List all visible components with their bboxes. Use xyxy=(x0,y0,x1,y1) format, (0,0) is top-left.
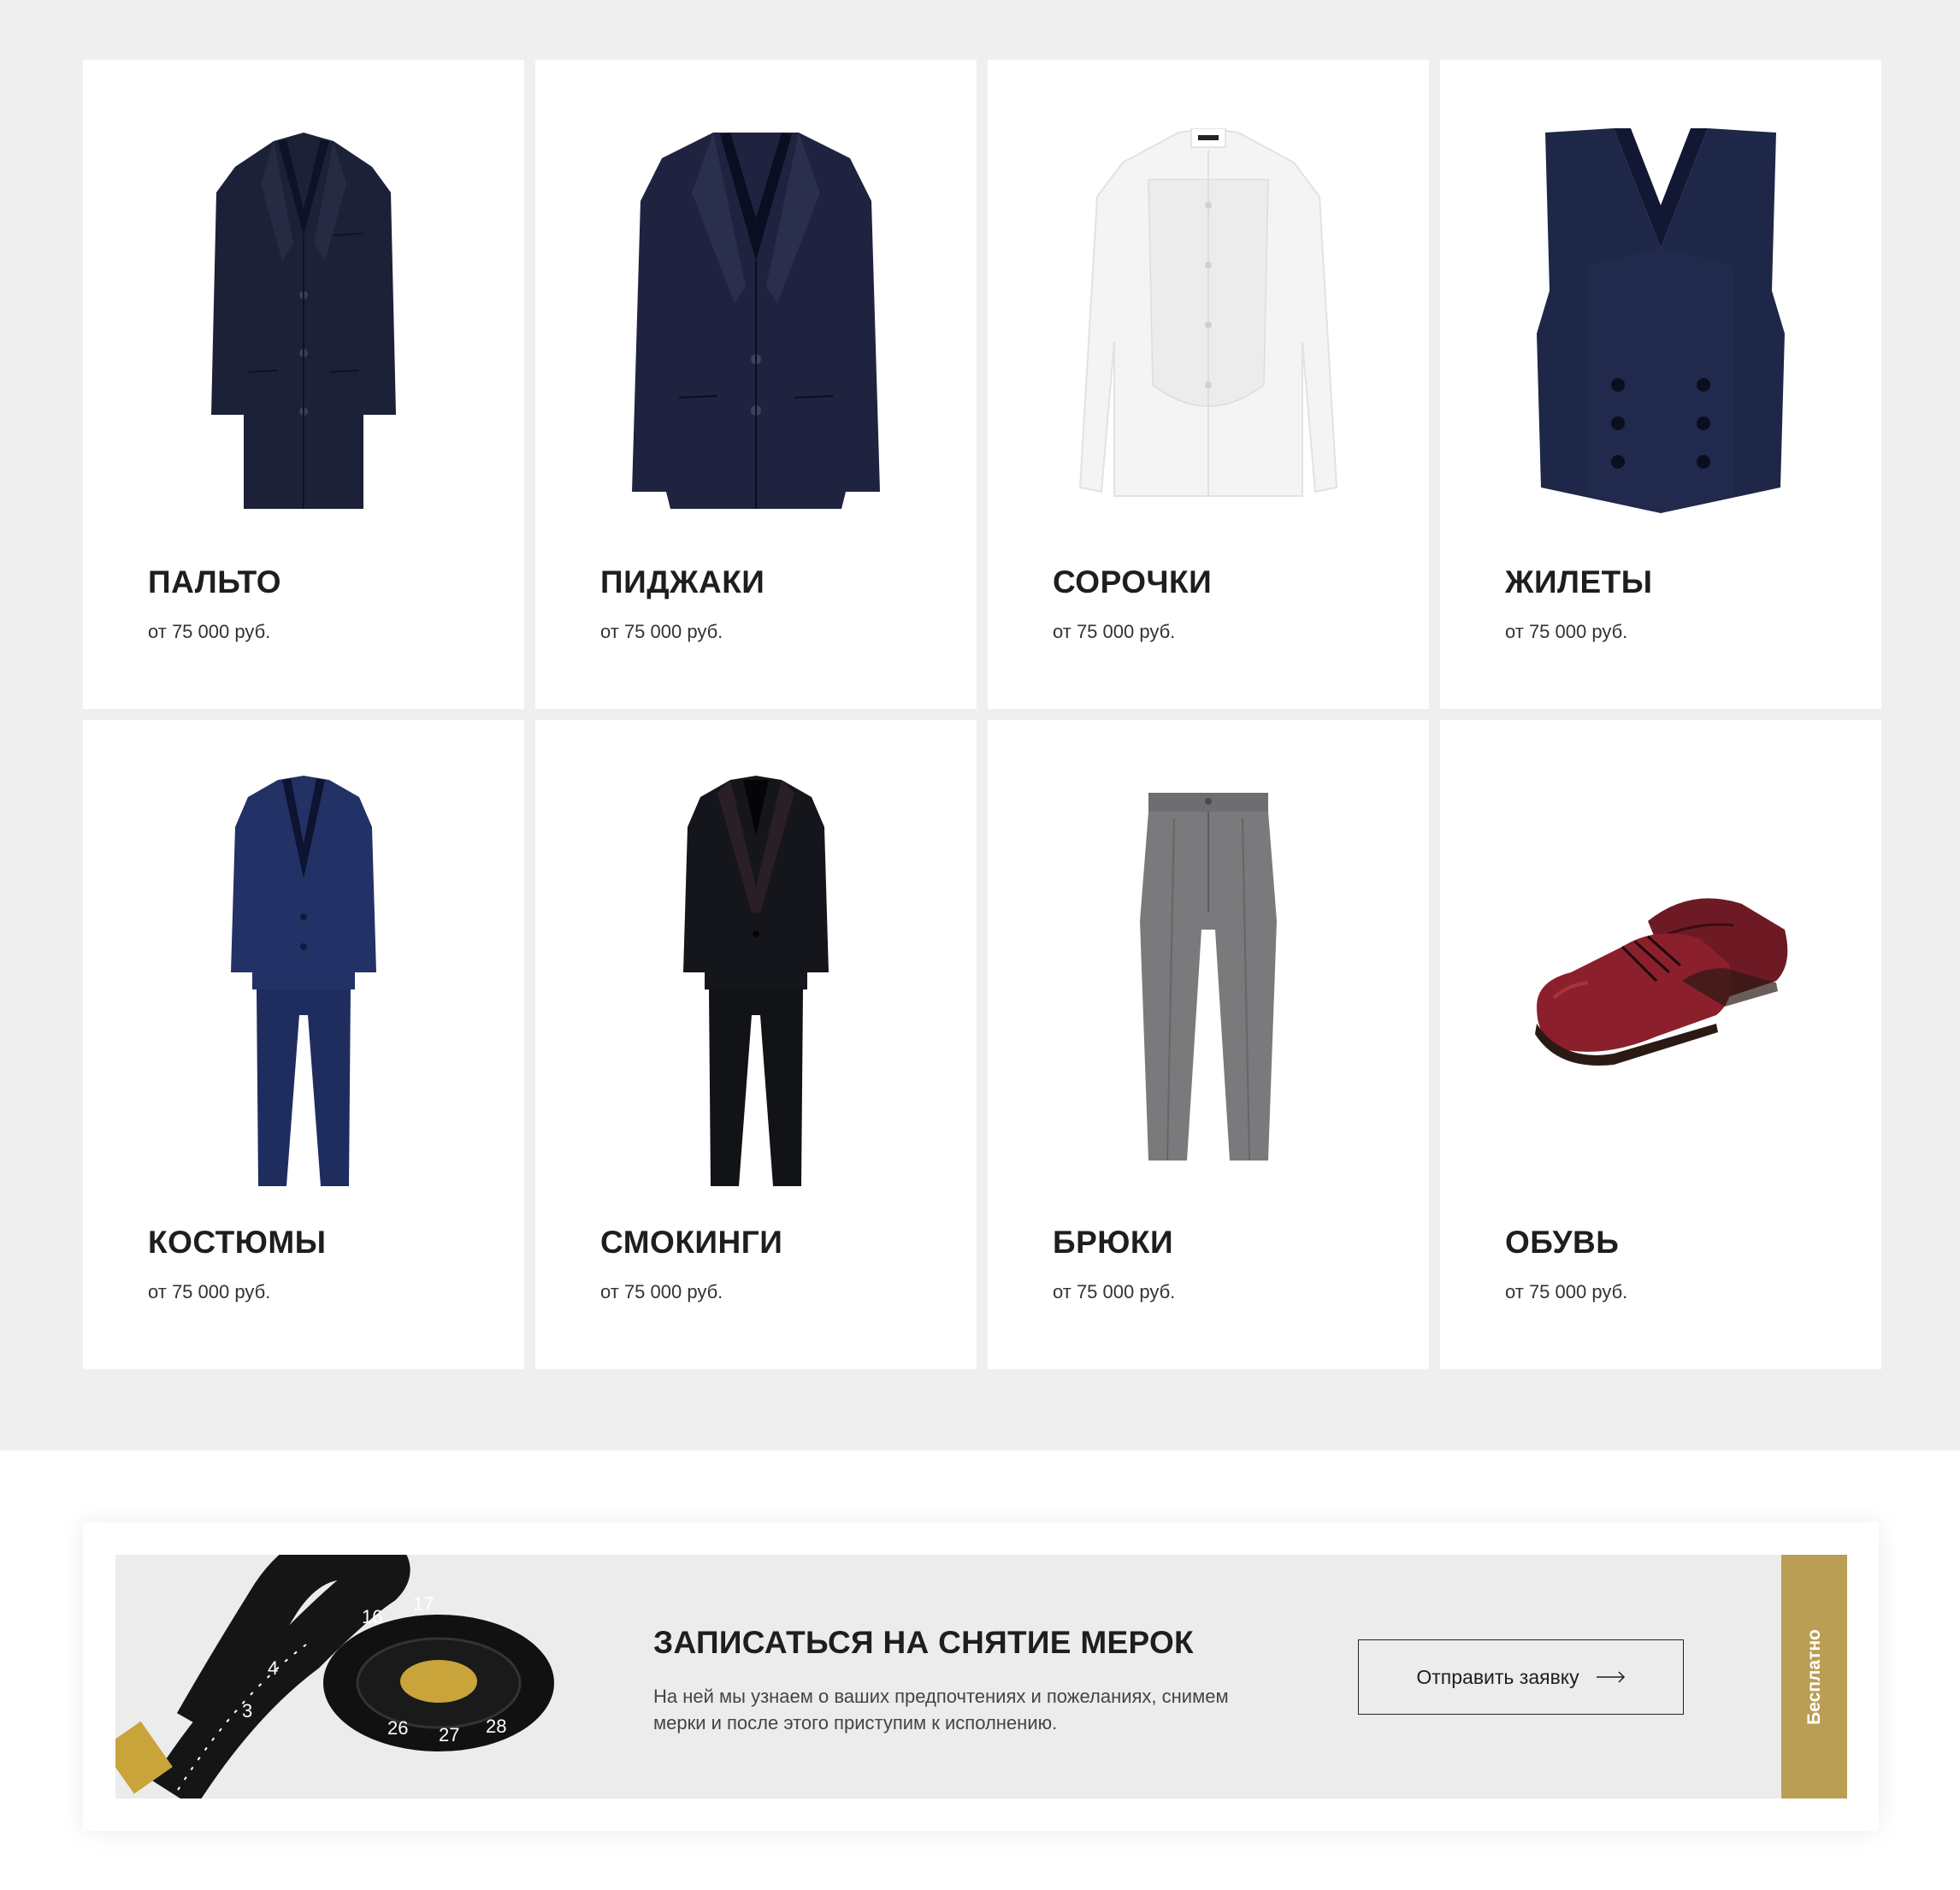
catalog-card-suits[interactable]: КОСТЮМЫ от 75 000 руб. xyxy=(83,720,524,1369)
card-title: ЖИЛЕТЫ xyxy=(1505,564,1653,599)
shoes-image xyxy=(1440,776,1881,1186)
measurement-signup-block: 16 17 26 27 28 4 3 ЗАПИСАТЬСЯ НА СНЯТИЕ … xyxy=(83,1522,1879,1831)
catalog-card-jackets[interactable]: ПИДЖАКИ от 75 000 руб. xyxy=(535,60,977,709)
catalog-card-shoes[interactable]: ОБУВЬ от 75 000 руб. xyxy=(1440,720,1881,1369)
measuring-tape-image: 16 17 26 27 28 4 3 xyxy=(115,1555,567,1798)
card-title: ПАЛЬТО xyxy=(148,564,282,599)
card-title: КОСТЮМЫ xyxy=(148,1225,327,1260)
trousers-image xyxy=(988,776,1429,1186)
catalog-card-vests[interactable]: ЖИЛЕТЫ от 75 000 руб. xyxy=(1440,60,1881,709)
promo-title: ЗАПИСАТЬСЯ НА СНЯТИЕ МЕРОК xyxy=(653,1625,1194,1660)
vest-image xyxy=(1440,115,1881,526)
svg-text:3: 3 xyxy=(242,1700,252,1722)
card-title: ОБУВЬ xyxy=(1505,1225,1620,1260)
card-price: от 75 000 руб. xyxy=(1053,1281,1176,1302)
tuxedo-image xyxy=(535,776,977,1186)
jacket-image xyxy=(535,115,977,526)
catalog-section: ПАЛЬТО от 75 000 руб. ПИДЖАКИ от 75 000 … xyxy=(0,0,1960,1450)
promo-description: На ней мы узнаем о ваших предпочтениях и… xyxy=(653,1686,1229,1733)
card-price: от 75 000 руб. xyxy=(148,621,271,642)
shirt-image xyxy=(988,115,1429,526)
catalog-card-tuxedos[interactable]: СМОКИНГИ от 75 000 руб. xyxy=(535,720,977,1369)
card-title: ПИДЖАКИ xyxy=(600,564,765,599)
card-price: от 75 000 руб. xyxy=(600,1281,723,1302)
catalog-card-coat[interactable]: ПАЛЬТО от 75 000 руб. xyxy=(83,60,524,709)
free-badge-label: Бесплатно xyxy=(1804,1628,1824,1725)
submit-request-label: Отправить заявку xyxy=(1416,1665,1579,1688)
catalog-card-shirts[interactable]: СОРОЧКИ от 75 000 руб. xyxy=(988,60,1429,709)
card-title: СОРОЧКИ xyxy=(1053,564,1213,599)
svg-text:28: 28 xyxy=(486,1716,506,1737)
catalog-card-trousers[interactable]: БРЮКИ от 75 000 руб. xyxy=(988,720,1429,1369)
card-price: от 75 000 руб. xyxy=(1505,621,1628,642)
svg-text:4: 4 xyxy=(268,1657,278,1679)
promo-banner: 16 17 26 27 28 4 3 ЗАПИСАТЬСЯ НА СНЯТИЕ … xyxy=(115,1555,1781,1798)
coat-image xyxy=(83,115,524,526)
svg-text:27: 27 xyxy=(439,1724,459,1745)
svg-text:17: 17 xyxy=(413,1593,434,1615)
card-price: от 75 000 руб. xyxy=(1053,621,1176,642)
card-price: от 75 000 руб. xyxy=(1505,1281,1628,1302)
svg-text:26: 26 xyxy=(387,1717,408,1739)
card-title: БРЮКИ xyxy=(1053,1225,1174,1260)
card-price: от 75 000 руб. xyxy=(600,621,723,642)
svg-text:16: 16 xyxy=(362,1606,382,1627)
submit-request-button[interactable]: Отправить заявку xyxy=(1358,1639,1684,1715)
card-price: от 75 000 руб. xyxy=(148,1281,271,1302)
free-badge: Бесплатно xyxy=(1781,1555,1847,1798)
arrow-right-icon xyxy=(1596,1671,1625,1683)
suit-image xyxy=(83,776,524,1186)
card-title: СМОКИНГИ xyxy=(600,1225,783,1260)
